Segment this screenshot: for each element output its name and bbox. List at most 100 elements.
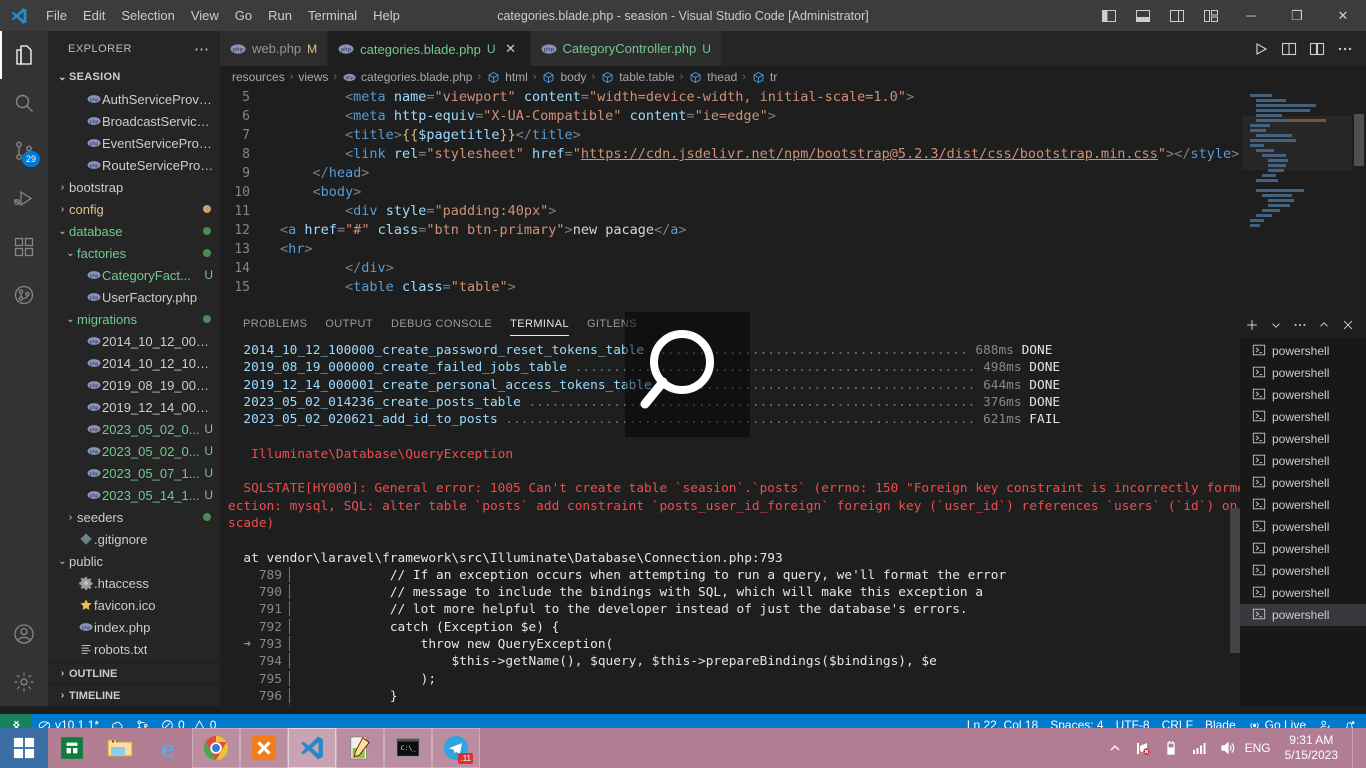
tree-item[interactable]: php 2019_12_14_00000...	[48, 396, 220, 418]
tab-close-icon[interactable]: ✕	[502, 41, 520, 57]
panel-tab-bar[interactable]: PROBLEMS OUTPUT DEBUG CONSOLE TERMINAL G…	[220, 311, 1366, 338]
tree-item[interactable]: › config	[48, 198, 220, 220]
tree-item[interactable]: php 2023_05_02_0... U	[48, 418, 220, 440]
menu-terminal[interactable]: Terminal	[300, 0, 365, 31]
file-tree[interactable]: php AuthServiceProvid... php BroadcastServi…	[48, 88, 220, 660]
panel-more-icon[interactable]	[1288, 311, 1312, 338]
panel-tab-terminal[interactable]: TERMINAL	[501, 311, 578, 338]
terminal-scrollbar[interactable]	[1230, 338, 1240, 706]
file-explorer-icon[interactable]	[96, 728, 144, 768]
tree-item[interactable]: php 2014_10_12_10000...	[48, 352, 220, 374]
windows-start-icon[interactable]	[0, 728, 48, 768]
xampp-icon[interactable]	[240, 728, 288, 768]
terminal-list-item[interactable]: powershell	[1240, 604, 1366, 626]
menu-edit[interactable]: Edit	[75, 0, 113, 31]
open-changes-icon[interactable]	[1304, 31, 1330, 66]
tree-item[interactable]: .gitignore	[48, 528, 220, 550]
editor-tab-bar[interactable]: php web.php M php categories.blade.php U…	[220, 31, 1366, 66]
menu-file[interactable]: File	[38, 0, 75, 31]
terminal-list-item[interactable]: powershell	[1240, 428, 1366, 450]
timeline-section[interactable]: › TIMELINE	[48, 684, 220, 706]
activity-explorer-icon[interactable]	[0, 31, 48, 79]
tree-item[interactable]: php UserFactory.php	[48, 286, 220, 308]
menu-go[interactable]: Go	[227, 0, 260, 31]
editor-scrollbar[interactable]	[1352, 88, 1366, 296]
maximize-panel-icon[interactable]	[1312, 311, 1336, 338]
code-line[interactable]: 11 <div style="padding:40px">	[220, 202, 1366, 221]
tree-item[interactable]: › seeders	[48, 506, 220, 528]
customize-layout-icon[interactable]	[1194, 0, 1228, 31]
internet-explorer-icon[interactable]: e	[144, 728, 192, 768]
terminal-list-item[interactable]: powershell	[1240, 450, 1366, 472]
outline-section[interactable]: › OUTLINE	[48, 662, 220, 684]
breadcrumb[interactable]: resources › views › php categories.blade.php ›…	[220, 66, 1366, 88]
tree-item[interactable]: php BroadcastServicePr...	[48, 110, 220, 132]
battery-icon[interactable]	[1161, 740, 1181, 756]
command-prompt-icon[interactable]: C:\_	[384, 728, 432, 768]
tree-item[interactable]: ⌄ migrations	[48, 308, 220, 330]
split-dropdown-icon[interactable]	[1264, 311, 1288, 338]
input-language[interactable]: ENG	[1245, 741, 1271, 755]
code-line[interactable]: 15 <table class="table">	[220, 278, 1366, 296]
terminal-list-item[interactable]: powershell	[1240, 340, 1366, 362]
terminal-list-item[interactable]: powershell	[1240, 384, 1366, 406]
menu-run[interactable]: Run	[260, 0, 300, 31]
activity-source-control-icon[interactable]: 29	[0, 127, 48, 175]
tree-item[interactable]: php 2023_05_14_1... U	[48, 484, 220, 506]
code-line[interactable]: 10 <body>	[220, 183, 1366, 202]
tree-item[interactable]: robots.txt	[48, 638, 220, 660]
code-line[interactable]: 5 <meta name="viewport" content="width=d…	[220, 88, 1366, 107]
terminal-list-item[interactable]: powershell	[1240, 560, 1366, 582]
panel-tab-output[interactable]: OUTPUT	[316, 311, 382, 338]
menu-selection[interactable]: Selection	[113, 0, 182, 31]
terminal-list-item[interactable]: powershell	[1240, 406, 1366, 428]
minimap[interactable]	[1242, 88, 1352, 296]
code-line[interactable]: 6 <meta http-equiv="X-UA-Compatible" con…	[220, 107, 1366, 126]
chevron-down-icon[interactable]: ⌄	[56, 556, 69, 567]
menu-bar[interactable]: File Edit Selection View Go Run Terminal…	[38, 0, 408, 31]
activity-gitlens-icon[interactable]	[0, 271, 48, 319]
toggle-primary-sidebar-icon[interactable]	[1092, 0, 1126, 31]
breadcrumb-item[interactable]: thead	[688, 70, 737, 84]
terminal-list-item[interactable]: powershell	[1240, 472, 1366, 494]
taskbar-clock[interactable]: 9:31 AM 5/15/2023	[1279, 733, 1344, 763]
tree-item[interactable]: php index.php	[48, 616, 220, 638]
code-line[interactable]: 9 </head>	[220, 164, 1366, 183]
tab-categories-blade-php[interactable]: php categories.blade.php U ✕	[328, 31, 531, 66]
tree-item[interactable]: php 2019_08_19_00000...	[48, 374, 220, 396]
terminal-list-item[interactable]: powershell	[1240, 362, 1366, 384]
tree-item[interactable]: php 2023_05_07_1... U	[48, 462, 220, 484]
code-line[interactable]: 14 </div>	[220, 259, 1366, 278]
code-line[interactable]: 8 <link rel="stylesheet" href="https://c…	[220, 145, 1366, 164]
microsoft-store-icon[interactable]	[48, 728, 96, 768]
menu-help[interactable]: Help	[365, 0, 408, 31]
breadcrumb-item[interactable]: views	[298, 70, 328, 84]
activity-extensions-icon[interactable]	[0, 223, 48, 271]
window-maximize-button[interactable]: ❐	[1274, 0, 1320, 31]
code-line[interactable]: 12 <a href="#" class="btn btn-primary">ne…	[220, 221, 1366, 240]
chevron-down-icon[interactable]: ⌄	[64, 314, 77, 325]
tree-item[interactable]: php 2014_10_12_00000...	[48, 330, 220, 352]
activity-settings-icon[interactable]	[0, 658, 48, 706]
tab-web-php[interactable]: php web.php M	[220, 31, 329, 66]
signal-icon[interactable]	[1189, 740, 1209, 756]
terminal-instance-list[interactable]: powershell powershell powershell powershell…	[1240, 338, 1366, 706]
breadcrumb-item[interactable]: php categories.blade.php	[342, 70, 472, 84]
terminal-list-item[interactable]: powershell	[1240, 582, 1366, 604]
show-desktop-button[interactable]	[1352, 728, 1360, 768]
run-icon[interactable]	[1248, 31, 1274, 66]
tree-item[interactable]: ⌄ public	[48, 550, 220, 572]
scrollbar-thumb[interactable]	[1230, 508, 1240, 653]
chevron-down-icon[interactable]: ⌄	[64, 248, 77, 259]
tree-item[interactable]: php AuthServiceProvid...	[48, 88, 220, 110]
chevron-down-icon[interactable]: ⌄	[56, 226, 69, 237]
tree-item[interactable]: php 2023_05_02_0... U	[48, 440, 220, 462]
scrollbar-thumb[interactable]	[1354, 114, 1364, 166]
tree-item[interactable]: php CategoryFact... U	[48, 264, 220, 286]
tree-item[interactable]: ⌄ database	[48, 220, 220, 242]
activity-search-icon[interactable]	[0, 79, 48, 127]
window-minimize-button[interactable]: ─	[1228, 0, 1274, 31]
chevron-right-icon[interactable]: ›	[56, 182, 69, 193]
terminal-list-item[interactable]: powershell	[1240, 516, 1366, 538]
panel-tab-debug-console[interactable]: DEBUG CONSOLE	[382, 311, 501, 338]
